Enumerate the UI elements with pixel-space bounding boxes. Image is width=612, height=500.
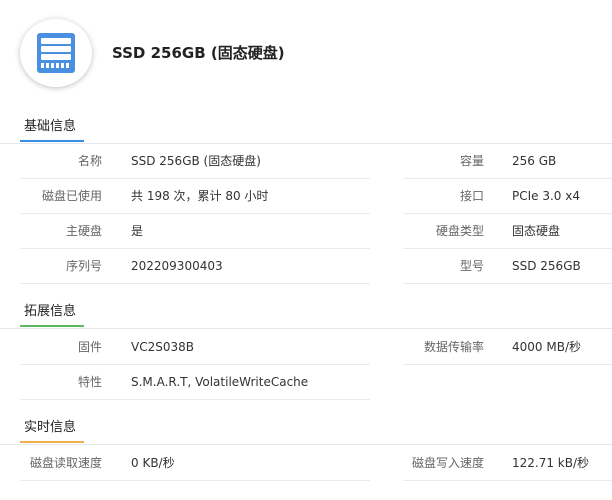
info-row-read-speed: 磁盘读取速度 0 KB/秒 bbox=[20, 446, 370, 481]
info-row-features: 特性 S.M.A.R.T, VolatileWriteCache bbox=[20, 365, 370, 400]
info-value: 0 KB/秒 bbox=[131, 456, 175, 470]
info-label: 特性 bbox=[77, 375, 102, 389]
hard-disk-icon bbox=[37, 33, 75, 73]
info-label: 硬盘类型 bbox=[435, 224, 484, 238]
info-row-firmware: 固件 VC2S038B bbox=[20, 330, 370, 365]
info-label: 名称 bbox=[77, 154, 102, 168]
disk-title: SSD 256GB (固态硬盘) bbox=[112, 44, 285, 62]
info-value: 202209300403 bbox=[131, 259, 223, 273]
info-value: SSD 256GB (固态硬盘) bbox=[131, 154, 261, 168]
info-label: 固件 bbox=[77, 340, 102, 354]
info-label: 磁盘写入速度 bbox=[411, 456, 484, 470]
info-row-capacity: 容量 256 GB bbox=[403, 144, 612, 179]
info-value: 是 bbox=[131, 224, 144, 238]
info-row-serial: 序列号 202209300403 bbox=[20, 249, 370, 284]
info-label: 接口 bbox=[459, 189, 484, 203]
info-row-transfer-rate: 数据传输率 4000 MB/秒 bbox=[403, 330, 612, 365]
info-row-model: 型号 SSD 256GB bbox=[403, 249, 612, 284]
section-basic-header: 基础信息 bbox=[0, 117, 612, 144]
section-realtime-header: 实时信息 bbox=[0, 418, 612, 445]
info-value: 固态硬盘 bbox=[512, 224, 561, 238]
info-value: S.M.A.R.T, VolatileWriteCache bbox=[131, 375, 309, 389]
info-value: VC2S038B bbox=[131, 340, 194, 354]
info-label: 数据传输率 bbox=[423, 340, 484, 354]
section-basic-title: 基础信息 bbox=[19, 117, 85, 142]
info-value: SSD 256GB bbox=[512, 259, 581, 273]
section-extended-header: 拓展信息 bbox=[0, 302, 612, 329]
info-row-usage: 磁盘已使用 共 198 次，累计 80 小时 bbox=[20, 179, 370, 214]
section-extended-title: 拓展信息 bbox=[19, 302, 85, 327]
disk-header: SSD 256GB (固态硬盘) bbox=[0, 0, 612, 106]
info-label: 磁盘读取速度 bbox=[29, 456, 102, 470]
info-row-interface: 接口 PCIe 3.0 x4 bbox=[403, 179, 612, 214]
info-label: 磁盘已使用 bbox=[41, 189, 102, 203]
info-label: 型号 bbox=[459, 259, 484, 273]
disk-icon-badge bbox=[20, 19, 92, 87]
info-row-disk-type: 硬盘类型 固态硬盘 bbox=[403, 214, 612, 249]
info-value: 122.71 kB/秒 bbox=[512, 456, 590, 470]
info-row-write-speed: 磁盘写入速度 122.71 kB/秒 bbox=[403, 446, 612, 481]
info-row-name: 名称 SSD 256GB (固态硬盘) bbox=[20, 144, 370, 179]
info-value: 256 GB bbox=[512, 154, 557, 168]
info-value: 4000 MB/秒 bbox=[512, 340, 581, 354]
info-label: 主硬盘 bbox=[65, 224, 102, 238]
info-row-primary: 主硬盘 是 bbox=[20, 214, 370, 249]
info-label: 容量 bbox=[459, 154, 484, 168]
info-value: PCIe 3.0 x4 bbox=[512, 189, 580, 203]
section-realtime-title: 实时信息 bbox=[19, 418, 85, 443]
info-value: 共 198 次，累计 80 小时 bbox=[131, 189, 269, 203]
info-label: 序列号 bbox=[65, 259, 102, 273]
